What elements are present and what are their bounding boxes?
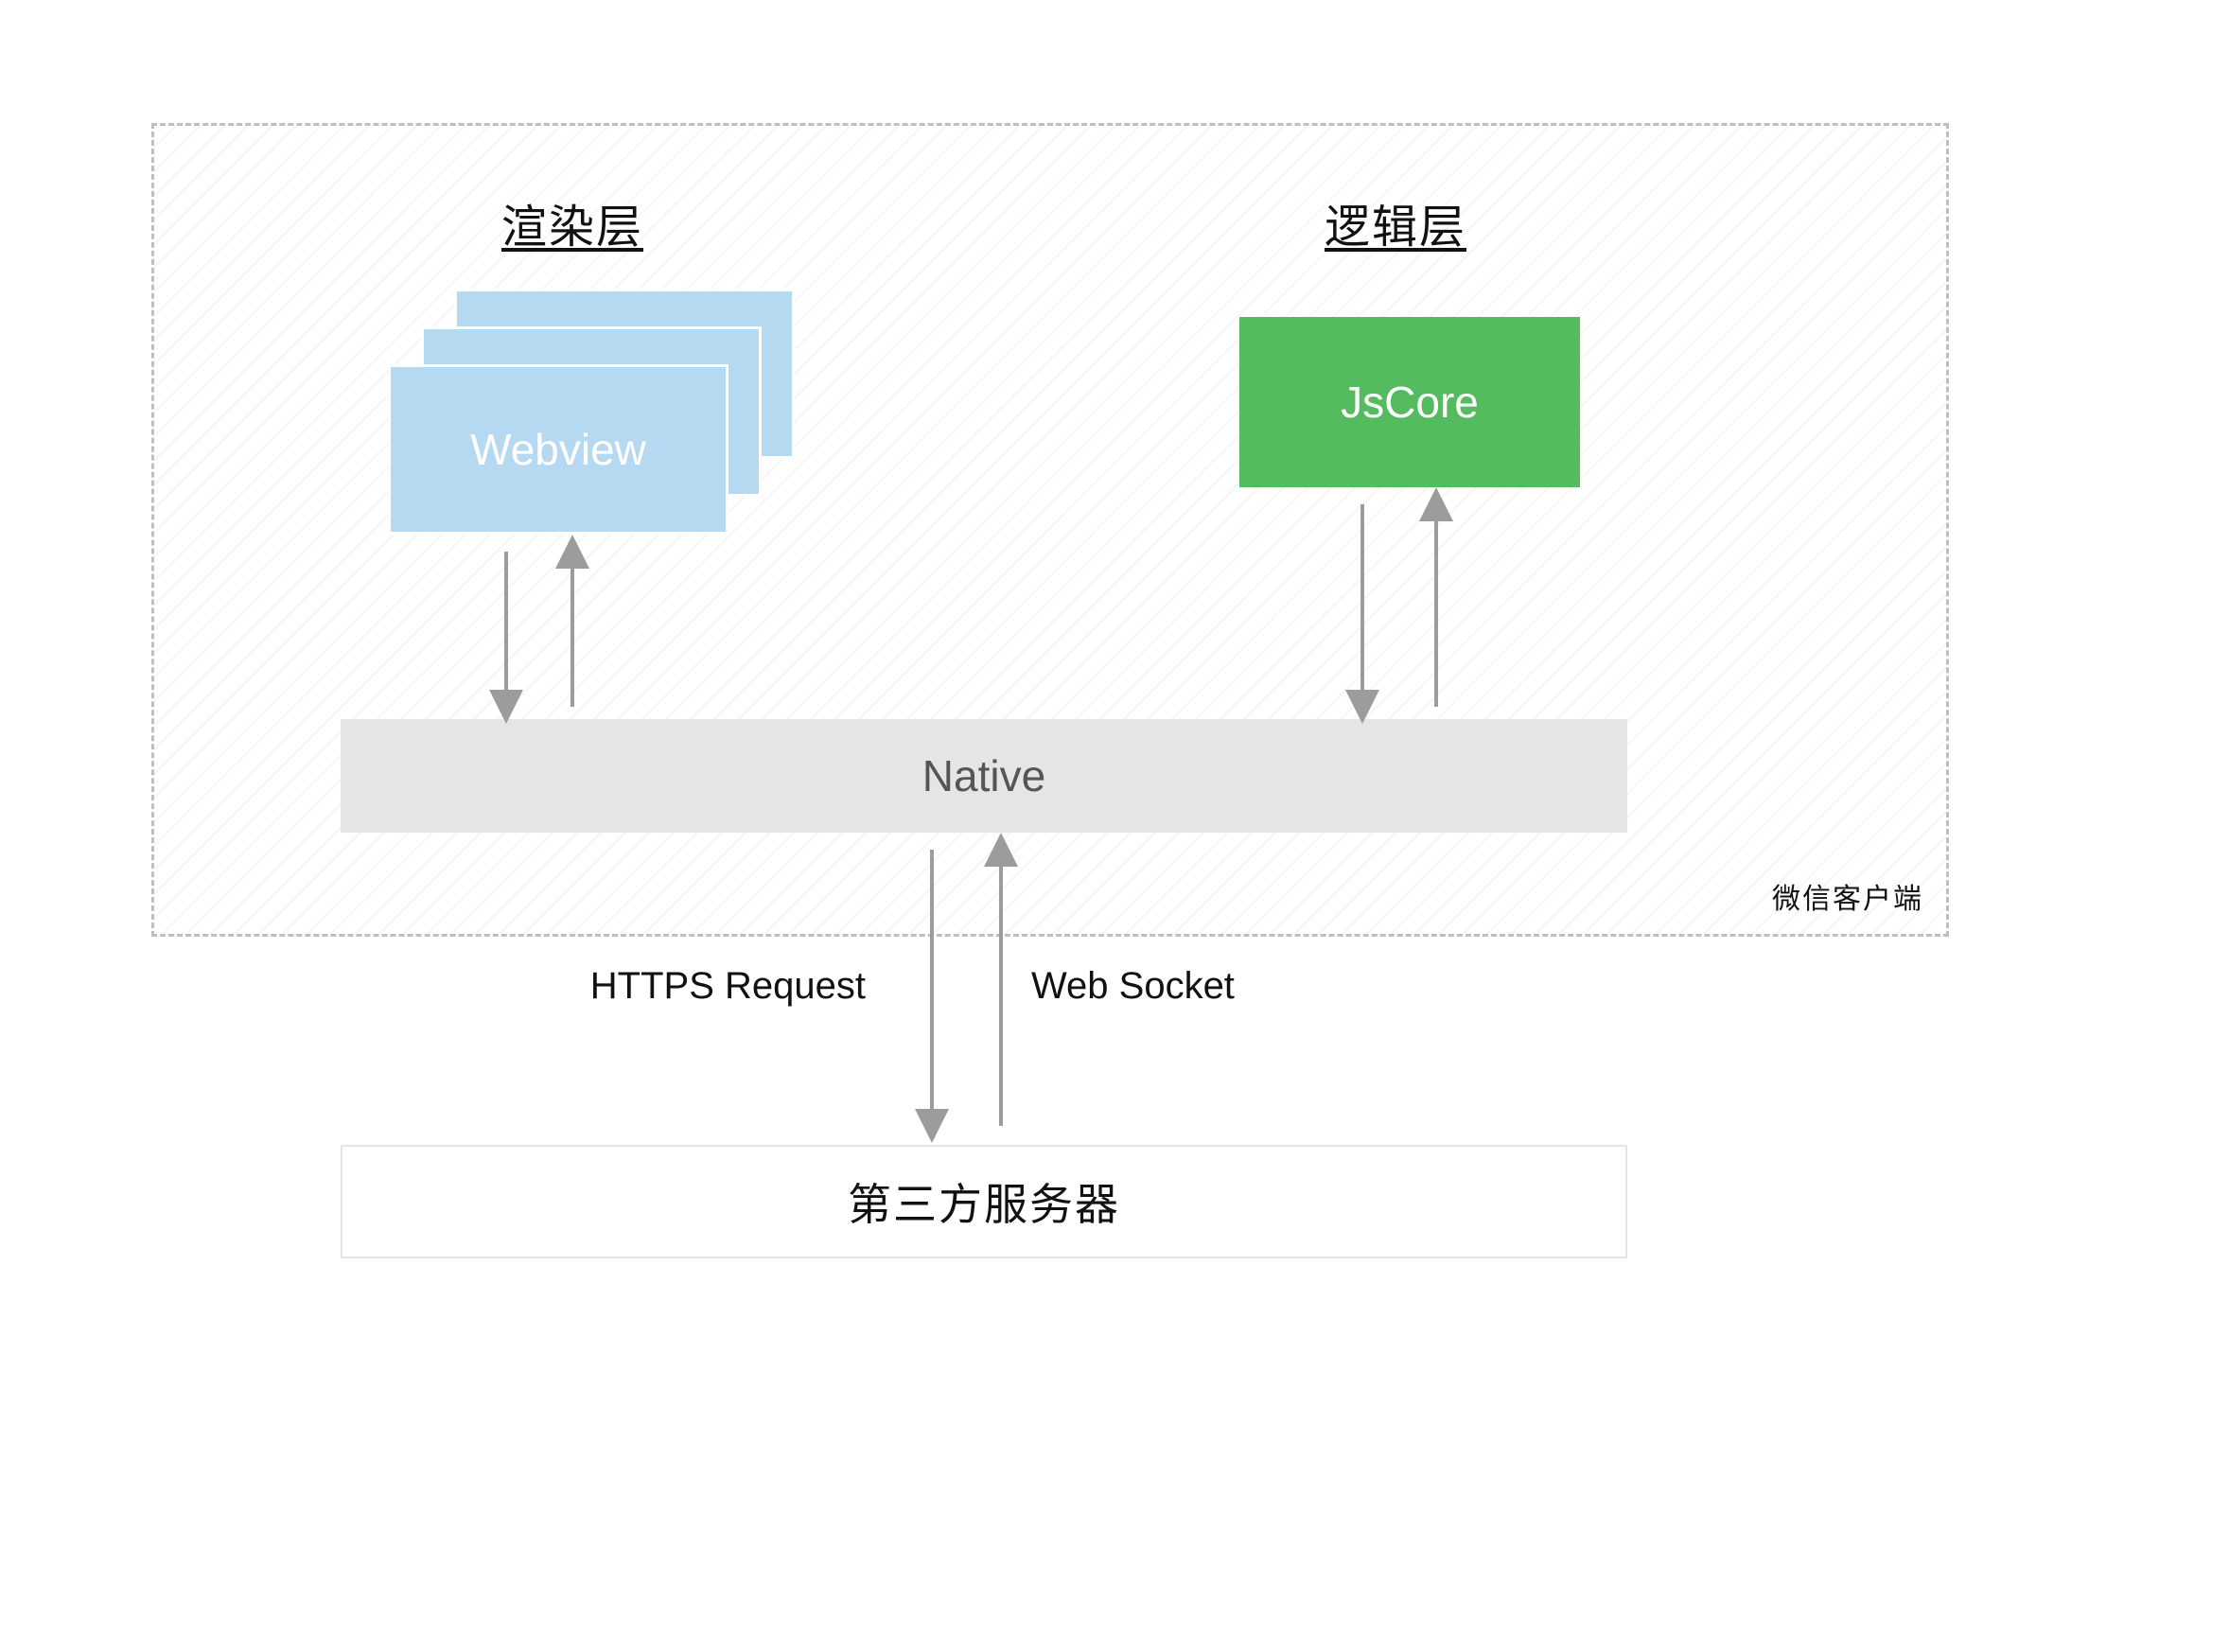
arrows-jscore-native xyxy=(1325,497,1476,714)
arrows-webview-native xyxy=(473,544,606,714)
native-label: Native xyxy=(922,750,1045,801)
webview-label: Webview xyxy=(391,367,726,532)
jscore-box: JsCore xyxy=(1239,317,1580,487)
jscore-label: JsCore xyxy=(1341,377,1479,428)
native-box: Native xyxy=(341,719,1627,833)
server-label: 第三方服务器 xyxy=(848,1170,1120,1233)
arrows-native-server xyxy=(889,842,1041,1135)
web-socket-label: Web Socket xyxy=(1031,965,1235,1008)
logic-layer-title: 逻辑层 xyxy=(1325,189,1466,255)
render-layer-title: 渲染层 xyxy=(501,189,643,255)
diagram-canvas: 微信客户端 渲染层 逻辑层 Webview JsCore Native 第三方服… xyxy=(0,0,2229,1652)
https-request-label: HTTPS Request xyxy=(563,965,866,1008)
client-caption: 微信客户端 xyxy=(1772,875,1923,917)
webview-card-front: Webview xyxy=(388,364,728,535)
third-party-server-box: 第三方服务器 xyxy=(341,1145,1627,1258)
